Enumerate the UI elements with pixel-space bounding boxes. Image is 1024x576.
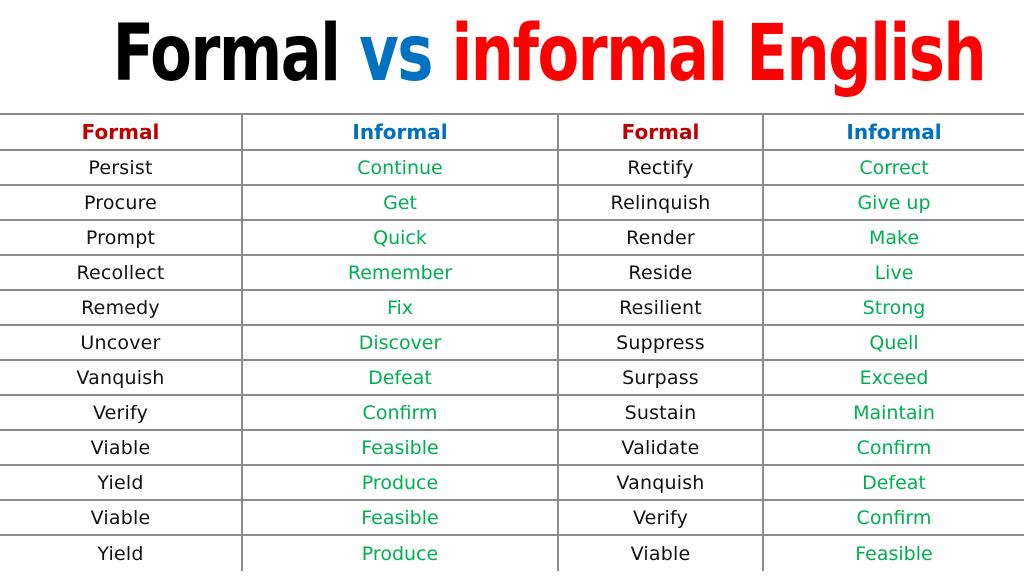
informal-word-left: Produce <box>241 464 558 501</box>
informal-word-left: Continue <box>241 149 558 186</box>
table-row: Viable Feasible Validate Confirm <box>0 429 1024 466</box>
formal-word-right: Viable <box>557 534 763 571</box>
informal-word-right: Maintain <box>762 394 1024 431</box>
informal-word-left: Produce <box>241 534 558 571</box>
informal-word-right: Exceed <box>762 359 1024 396</box>
page-title: Formal vs informal English <box>112 0 987 108</box>
formal-word-right: Verify <box>557 499 763 536</box>
table-row: Uncover Discover Suppress Quell <box>0 324 1024 361</box>
title-informal-english: informal English <box>451 9 986 99</box>
formal-word-left: Vanquish <box>0 359 242 396</box>
informal-word-left: Fix <box>241 289 558 326</box>
table-row: Recollect Remember Reside Live <box>0 254 1024 291</box>
informal-word-left: Defeat <box>241 359 558 396</box>
formal-word-left: Uncover <box>0 324 242 361</box>
word-comparison-table: Formal Informal Formal Informal Persist C… <box>0 113 1024 571</box>
informal-word-right: Correct <box>762 149 1024 186</box>
formal-word-left: Viable <box>0 429 242 466</box>
informal-word-left: Quick <box>241 219 558 256</box>
header-row: Formal Informal Formal Informal <box>0 113 1024 151</box>
formal-word-left: Persist <box>0 149 242 186</box>
title-formal: Formal <box>112 9 341 99</box>
formal-word-left: Recollect <box>0 254 242 291</box>
formal-word-left: Yield <box>0 534 242 571</box>
table-row: Vanquish Defeat Surpass Exceed <box>0 359 1024 396</box>
formal-word-right: Rectify <box>557 149 763 186</box>
header-informal-right: Informal <box>762 113 1024 151</box>
informal-word-left: Feasible <box>241 499 558 536</box>
informal-word-right: Defeat <box>762 464 1024 501</box>
formal-word-right: Reside <box>557 254 763 291</box>
table-row: Persist Continue Rectify Correct <box>0 149 1024 186</box>
formal-word-left: Remedy <box>0 289 242 326</box>
table-row: Yield Produce Viable Feasible <box>0 534 1024 571</box>
informal-word-left: Confirm <box>241 394 558 431</box>
header-formal-right: Formal <box>557 113 763 151</box>
formal-word-left: Verify <box>0 394 242 431</box>
table-row: Verify Confirm Sustain Maintain <box>0 394 1024 431</box>
title-vs: vs <box>359 9 433 99</box>
informal-word-right: Quell <box>762 324 1024 361</box>
informal-word-left: Remember <box>241 254 558 291</box>
formal-word-right: Relinquish <box>557 184 763 221</box>
formal-word-right: Render <box>557 219 763 256</box>
formal-word-right: Validate <box>557 429 763 466</box>
formal-word-right: Resilient <box>557 289 763 326</box>
table-row: Remedy Fix Resilient Strong <box>0 289 1024 326</box>
formal-word-right: Sustain <box>557 394 763 431</box>
informal-word-right: Strong <box>762 289 1024 326</box>
informal-word-right: Make <box>762 219 1024 256</box>
header-formal-left: Formal <box>0 113 242 151</box>
informal-word-right: Confirm <box>762 429 1024 466</box>
table-row: Procure Get Relinquish Give up <box>0 184 1024 221</box>
informal-word-right: Give up <box>762 184 1024 221</box>
formal-word-right: Suppress <box>557 324 763 361</box>
informal-word-left: Discover <box>241 324 558 361</box>
table-row: Yield Produce Vanquish Defeat <box>0 464 1024 501</box>
table-row: Prompt Quick Render Make <box>0 219 1024 256</box>
informal-word-right: Confirm <box>762 499 1024 536</box>
table-body: Persist Continue Rectify Correct Procure Get R… <box>0 149 1024 571</box>
formal-word-right: Surpass <box>557 359 763 396</box>
table-row: Viable Feasible Verify Confirm <box>0 499 1024 536</box>
informal-word-right: Feasible <box>762 534 1024 571</box>
header-informal-left: Informal <box>241 113 558 151</box>
informal-word-left: Get <box>241 184 558 221</box>
formal-word-left: Procure <box>0 184 242 221</box>
informal-word-left: Feasible <box>241 429 558 466</box>
informal-word-right: Live <box>762 254 1024 291</box>
formal-word-left: Viable <box>0 499 242 536</box>
formal-word-left: Yield <box>0 464 242 501</box>
formal-word-right: Vanquish <box>557 464 763 501</box>
formal-word-left: Prompt <box>0 219 242 256</box>
